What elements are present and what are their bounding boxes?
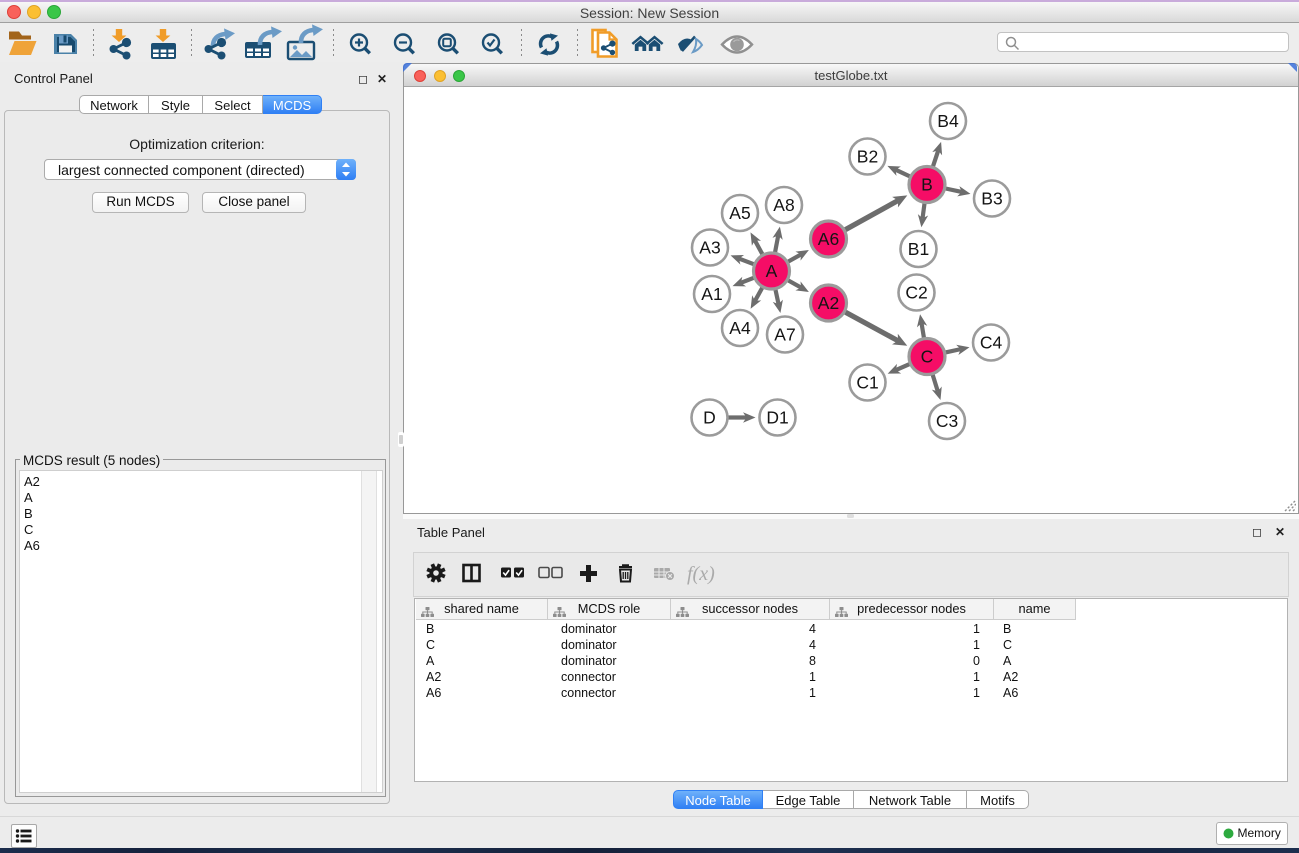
svg-text:C3: C3 [936,411,958,431]
svg-text:C2: C2 [905,283,927,303]
svg-text:A3: A3 [699,238,720,258]
svg-text:A8: A8 [773,195,794,215]
svg-text:B: B [921,175,933,195]
svg-text:A2: A2 [818,293,839,313]
svg-text:f(x): f(x) [687,563,715,585]
svg-text:D: D [703,408,716,428]
svg-text:A6: A6 [818,229,839,249]
svg-text:B2: B2 [857,147,878,167]
svg-text:A: A [766,261,778,281]
svg-text:C: C [921,347,934,367]
svg-text:A1: A1 [701,284,722,304]
svg-text:A4: A4 [729,318,751,338]
svg-text:C4: C4 [980,333,1003,353]
svg-text:A7: A7 [774,325,795,345]
svg-text:B1: B1 [908,239,929,259]
svg-text:D1: D1 [766,408,788,428]
svg-text:A5: A5 [729,203,750,223]
svg-text:B4: B4 [937,111,959,131]
svg-text:C1: C1 [856,373,878,393]
svg-text:B3: B3 [981,189,1002,209]
